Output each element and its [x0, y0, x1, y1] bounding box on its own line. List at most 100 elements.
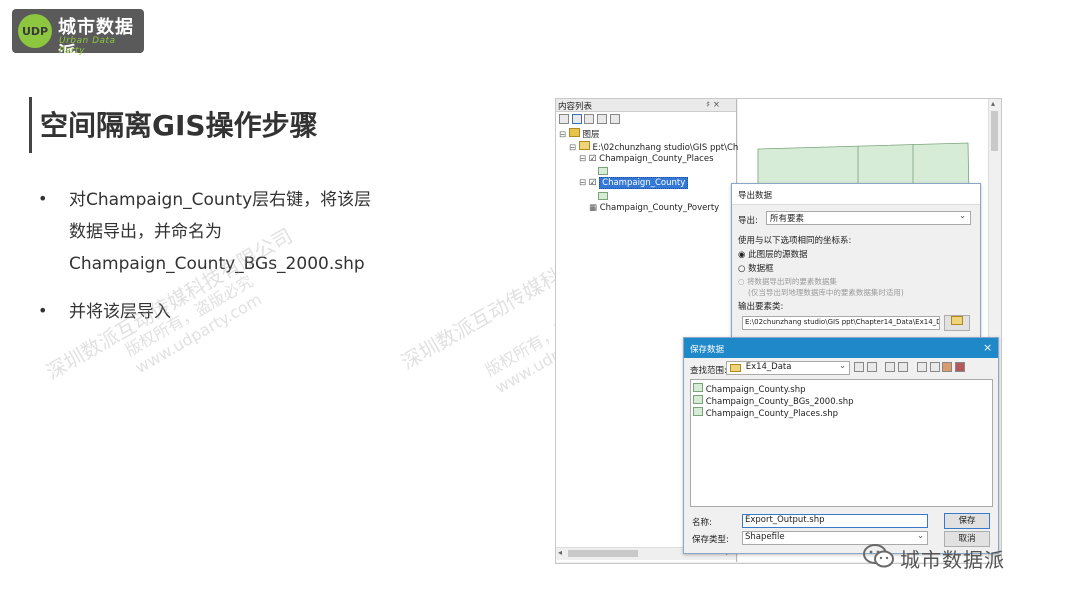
type-select-value: Shapefile	[745, 532, 785, 542]
folder-icon	[578, 141, 590, 150]
scroll-left-icon[interactable]: ◂	[558, 548, 562, 557]
lookin-select[interactable]: Ex14_Data ⌄	[726, 361, 850, 375]
list-item[interactable]: Champaign_County_BGs_2000.shp	[693, 395, 854, 407]
export-select[interactable]: 所有要素 ⌄	[766, 211, 971, 225]
output-path-field[interactable]: E:\02chunzhang studio\GIS ppt\Chapter14_…	[742, 316, 940, 330]
table-icon: ▦	[589, 203, 598, 213]
chevron-down-icon[interactable]: ⌄	[959, 211, 966, 221]
scroll-thumb[interactable]	[991, 111, 998, 151]
bullet-line: 对Champaign_County层右键，将该层	[69, 190, 372, 210]
toc-path[interactable]: ⊟ E:\02chunzhang studio\GIS ppt\Chap	[569, 141, 749, 153]
list-by-source-icon[interactable]	[571, 114, 582, 124]
collapse-icon[interactable]: ⊟	[579, 154, 586, 164]
close-icon[interactable]: ×	[983, 341, 992, 354]
layer-label: Champaign_County_Places	[599, 154, 714, 164]
connect-folder-icon[interactable]	[866, 362, 877, 372]
toc-root-label: 图层	[582, 130, 600, 140]
list-by-selection-icon[interactable]	[597, 114, 608, 124]
layers-icon	[568, 128, 580, 137]
list-by-visibility-icon[interactable]	[584, 114, 595, 124]
collapse-icon[interactable]: ⊟	[569, 143, 576, 153]
radio-label: 数据框	[748, 264, 774, 274]
layer-label-selected: Champaign_County	[599, 177, 689, 189]
save-data-dialog: 保存数据 × 查找范围: Ex14_Data ⌄ Champaign_Count…	[683, 337, 999, 554]
lookin-value: Ex14_Data	[745, 362, 792, 372]
toc-root[interactable]: ⊟ 图层	[559, 128, 600, 140]
name-input[interactable]: Export_Output.shp	[742, 514, 928, 528]
save-button[interactable]: 保存	[944, 513, 990, 529]
radio-unselected-icon[interactable]: ○	[738, 264, 745, 274]
chevron-down-icon[interactable]: ⌄	[917, 531, 924, 541]
file-name: Champaign_County_BGs_2000.shp	[705, 397, 854, 407]
export-label: 导出:	[738, 216, 758, 226]
radio-dataset-option[interactable]: ○ 将数据导出到的要素数据集 (仅当导出到地理数据库中的要素数据集时适用)	[738, 276, 904, 298]
logo-name-en: Urban Data Party	[59, 36, 116, 56]
layer-symbol-icon	[598, 192, 608, 200]
radio-dataframe-option[interactable]: ○ 数据框	[738, 262, 774, 274]
radio-label: 此图层的源数据	[748, 250, 808, 260]
folder-connect-icon[interactable]	[916, 362, 927, 372]
list-item[interactable]: Champaign_County_Places.shp	[693, 407, 838, 419]
page-title: 空间隔离GIS操作步骤	[40, 109, 318, 142]
name-input-value: Export_Output.shp	[745, 515, 825, 525]
radio-disabled-icon[interactable]: ○	[738, 277, 745, 286]
toc-layer-poverty[interactable]: ▦ Champaign_County_Poverty	[589, 203, 719, 213]
scroll-up-icon[interactable]: ▴	[991, 99, 995, 108]
wechat-icon	[862, 542, 894, 568]
toc-toolbar	[559, 114, 620, 124]
shapefile-icon	[693, 407, 703, 416]
layer-symbol-icon	[598, 167, 608, 175]
folder-open-icon	[951, 316, 963, 325]
output-path-value: E:\02chunzhang studio\GIS ppt\Chapter14_…	[745, 318, 940, 326]
view-menu-icon[interactable]	[885, 362, 896, 372]
checkbox-checked-icon[interactable]: ☑	[589, 178, 597, 188]
refresh-icon[interactable]	[929, 362, 940, 372]
new-folder-icon[interactable]	[898, 362, 909, 372]
shapefile-icon	[693, 395, 703, 404]
export-select-value: 所有要素	[770, 214, 805, 224]
layer-label: Champaign_County_Poverty	[599, 203, 720, 213]
save-dialog-title: 保存数据	[690, 345, 725, 355]
radio-note: (仅当导出到地理数据库中的要素数据集时适用)	[748, 288, 904, 297]
toc-header: 内容列表 ♯ ×	[556, 99, 736, 112]
save-toolbar	[854, 362, 965, 375]
shapefile-icon	[693, 383, 703, 392]
browse-button[interactable]	[944, 315, 970, 331]
file-name: Champaign_County_Places.shp	[705, 409, 838, 419]
checkbox-checked-icon[interactable]: ☑	[589, 154, 597, 164]
list-item[interactable]: Champaign_County.shp	[693, 383, 806, 395]
lookin-label: 查找范围:	[690, 366, 727, 376]
bullet-dot: •	[38, 301, 48, 320]
bullet-dot: •	[38, 189, 48, 208]
toc-layer-places[interactable]: ⊟ ☑ Champaign_County_Places	[579, 154, 714, 164]
collapse-icon[interactable]: ⊟	[579, 178, 586, 188]
toc-pin-close[interactable]: ♯ ×	[706, 100, 720, 110]
folder-icon	[730, 364, 741, 372]
export-dialog-titlebar: 导出数据	[732, 184, 980, 205]
logo: UDP 城市数据派 Urban Data Party	[12, 9, 144, 64]
toc-layer-county[interactable]: ⊟ ☑ Champaign_County	[579, 177, 689, 189]
export-dialog-title: 导出数据	[738, 191, 773, 201]
name-label: 名称:	[692, 518, 712, 528]
collapse-icon[interactable]: ⊟	[559, 130, 566, 140]
logo-badge: UDP	[18, 14, 52, 48]
type-select[interactable]: Shapefile ⌄	[742, 531, 928, 545]
title-accent-bar	[29, 97, 32, 153]
wechat-icon-svg	[863, 544, 894, 568]
scroll-thumb[interactable]	[568, 550, 638, 557]
radio-label: 将数据导出到的要素数据集	[746, 277, 837, 286]
radio-selected-icon[interactable]: ◉	[738, 250, 745, 260]
output-label: 输出要素类:	[738, 302, 784, 312]
coord-label: 使用与以下选项相同的坐标系:	[738, 236, 852, 246]
catalog-icon[interactable]	[942, 362, 953, 372]
toolbox-icon[interactable]	[954, 362, 965, 372]
bullet-line: 数据导出，并命名为	[69, 222, 222, 242]
options-icon[interactable]	[609, 114, 620, 124]
list-by-drawing-order-icon[interactable]	[559, 114, 569, 124]
save-dialog-titlebar: 保存数据 ×	[684, 338, 998, 358]
chevron-down-icon[interactable]: ⌄	[839, 361, 846, 371]
up-one-level-icon[interactable]	[854, 362, 864, 372]
file-list[interactable]: Champaign_County.shp Champaign_County_BG…	[690, 379, 993, 507]
radio-source-option[interactable]: ◉ 此图层的源数据	[738, 248, 808, 260]
type-label: 保存类型:	[692, 535, 729, 545]
